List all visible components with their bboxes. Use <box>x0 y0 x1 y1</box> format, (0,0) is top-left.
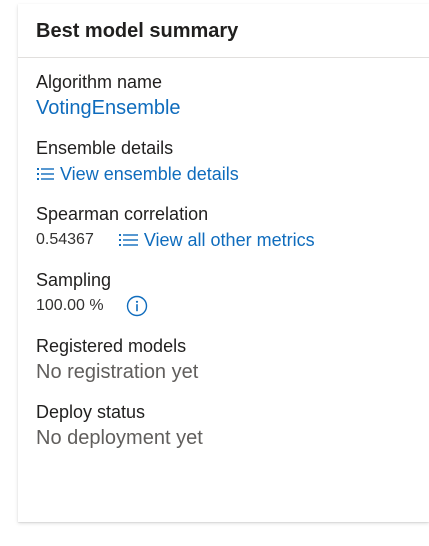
sampling-field: Sampling 100.00 % <box>36 268 429 320</box>
best-model-summary-card: Best model summary Algorithm name Voting… <box>18 4 429 522</box>
view-all-other-metrics-link[interactable]: View all other metrics <box>118 230 315 251</box>
ensemble-label: Ensemble details <box>36 138 174 158</box>
registered-models-value: No registration yet <box>36 361 199 383</box>
spearman-field: Spearman correlation 0.54367 View all ot… <box>36 202 429 254</box>
spearman-label: Spearman correlation <box>36 204 209 224</box>
info-icon[interactable] <box>126 295 148 317</box>
deploy-status-value: No deployment yet <box>36 427 203 449</box>
spearman-value: 0.54367 <box>36 231 94 248</box>
ensemble-field: Ensemble details View ensemble details <box>36 136 429 188</box>
algorithm-label: Algorithm name <box>36 72 163 92</box>
view-ensemble-details-link[interactable]: View ensemble details <box>36 164 239 185</box>
card-header: Best model summary <box>18 4 429 58</box>
view-ensemble-details-label: View ensemble details <box>60 163 239 184</box>
sampling-value: 100.00 % <box>36 297 104 314</box>
card-title: Best model summary <box>36 20 239 42</box>
algorithm-field: Algorithm name VotingEnsemble <box>36 70 429 122</box>
registered-models-field: Registered models No registration yet <box>36 334 429 386</box>
list-icon <box>37 168 54 180</box>
deploy-status-label: Deploy status <box>36 402 146 422</box>
deploy-status-field: Deploy status No deployment yet <box>36 400 429 452</box>
view-all-other-metrics-label: View all other metrics <box>143 229 315 250</box>
sampling-label: Sampling <box>36 270 112 290</box>
card-body: Algorithm name VotingEnsemble Ensemble d… <box>18 58 429 452</box>
list-icon <box>118 234 138 246</box>
registered-models-label: Registered models <box>36 336 187 356</box>
algorithm-value-link[interactable]: VotingEnsemble <box>36 94 429 122</box>
